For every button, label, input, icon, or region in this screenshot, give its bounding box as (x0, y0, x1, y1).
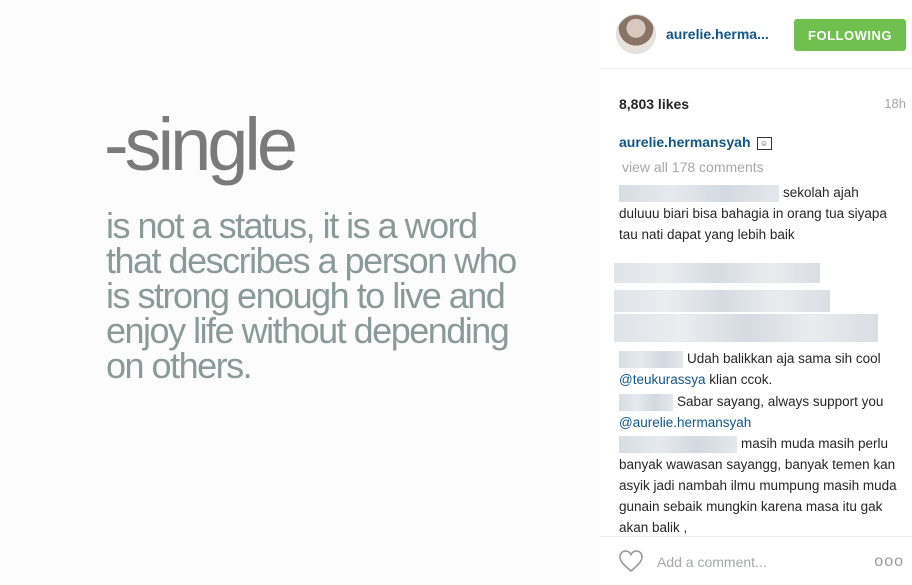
view-all-comments-link[interactable]: view all 178 comments (622, 159, 764, 175)
emoji-icon: ☺ (756, 136, 772, 150)
comment-text: Sabar sayang, always support you (677, 394, 884, 409)
blurred-username[interactable] (619, 184, 779, 202)
blurred-comment (614, 314, 878, 342)
comment: sekolah ajah duluuu biari bisa bahagia i… (619, 182, 899, 245)
likes-count[interactable]: 8,803 likes (619, 96, 689, 112)
comment-mention[interactable]: @aurelie.hermansyah (619, 415, 751, 430)
post-time[interactable]: 18h (884, 96, 906, 111)
avatar[interactable] (616, 14, 656, 54)
heart-icon[interactable] (618, 549, 644, 573)
blurred-username[interactable] (619, 435, 737, 453)
post-footer: Add a comment... ooo (600, 536, 912, 585)
comment: Sabar sayang, always support you @aureli… (619, 391, 899, 433)
blurred-username[interactable] (619, 393, 673, 411)
blurred-username[interactable] (619, 350, 683, 368)
comment: masih muda masih perlu banyak wawasan sa… (619, 433, 899, 538)
quote-title: -single (104, 103, 298, 186)
caption-username[interactable]: aurelie.hermansyah (619, 134, 751, 150)
post-photo[interactable]: -single is not a status, it is a word th… (0, 0, 600, 584)
caption: aurelie.hermansyah ☺ (619, 134, 772, 150)
comment-mention[interactable]: @teukurassya (619, 372, 706, 387)
more-options-icon[interactable]: ooo (874, 553, 904, 571)
add-comment-input[interactable]: Add a comment... (657, 554, 767, 570)
comment-text-after: klian ccok. (705, 372, 773, 387)
comment-text: Udah balikkan aja sama sih cool (687, 351, 881, 366)
following-button[interactable]: FOLLOWING (794, 19, 906, 51)
comment: Udah balikkan aja sama sih cool @teukura… (619, 348, 899, 390)
post-header: aurelie.herma... FOLLOWING (600, 0, 912, 69)
blurred-comment (614, 290, 830, 312)
post-side-panel: aurelie.herma... FOLLOWING 8,803 likes 1… (600, 0, 912, 584)
blurred-comment (614, 263, 820, 283)
header-username[interactable]: aurelie.herma... (666, 26, 769, 42)
quote-body: is not a status, it is a word that descr… (106, 205, 517, 386)
